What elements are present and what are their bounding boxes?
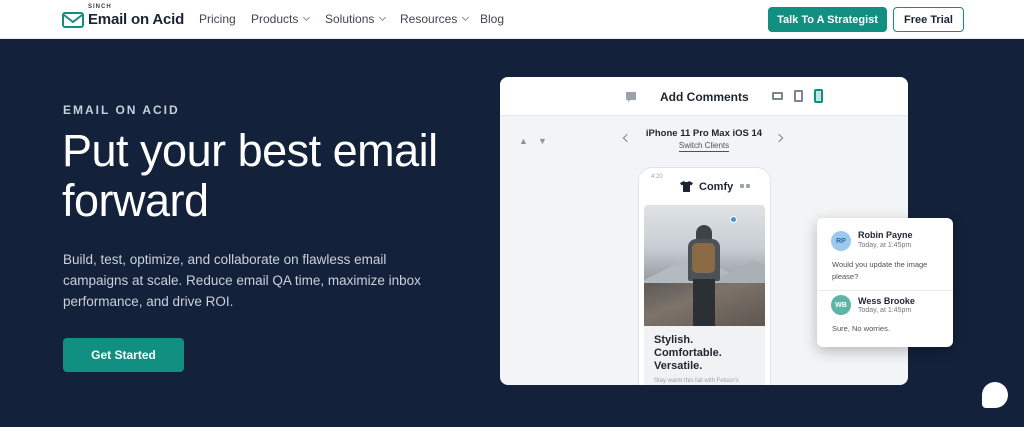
avatar: RP	[831, 231, 851, 251]
phone-time: 4:20	[651, 174, 663, 180]
comment-pin-icon[interactable]	[730, 216, 737, 223]
nav-blog[interactable]: Blog	[480, 12, 504, 26]
device-name: iPhone 11 Pro Max iOS 14	[645, 128, 763, 139]
email-card-subtitle: Stay warm this fall with Felson's	[654, 378, 739, 384]
nav-solutions[interactable]: Solutions	[325, 12, 387, 26]
chevron-down-icon	[462, 13, 470, 22]
tshirt-icon	[680, 181, 693, 192]
chevron-down-icon	[379, 13, 387, 22]
status-icons	[738, 175, 758, 188]
phone-icon[interactable]	[814, 89, 823, 103]
tablet-icon[interactable]	[794, 90, 803, 102]
chevron-left-icon[interactable]	[622, 133, 632, 143]
talk-to-strategist-button[interactable]: Talk To A Strategist	[768, 7, 887, 32]
chevron-down-icon	[303, 13, 311, 22]
nav-pricing[interactable]: Pricing	[199, 12, 236, 26]
phone-mockup: 4:20 Comfy Stylish. Comfortable. Versati…	[638, 167, 771, 385]
email-card: Stylish. Comfortable. Versatile. Stay wa…	[644, 326, 765, 385]
laptop-icon[interactable]	[772, 92, 783, 100]
avatar: WB	[831, 295, 851, 315]
comments-panel: RP Robin Payne Today, at 1:45pm Would yo…	[817, 218, 953, 347]
logo[interactable]: SINCH Email on Acid	[62, 4, 185, 32]
logo-text: SINCH Email on Acid	[88, 4, 185, 29]
get-started-button[interactable]: Get Started	[63, 338, 184, 372]
chevron-right-icon[interactable]	[774, 133, 784, 143]
logo-name: Email on Acid	[88, 11, 185, 28]
logo-sinch: SINCH	[88, 4, 112, 10]
thumbs-down-icon[interactable]: ▼	[538, 136, 547, 146]
email-brand: Comfy	[699, 181, 734, 193]
preview-title: Add Comments	[660, 90, 749, 104]
free-trial-button[interactable]: Free Trial	[893, 7, 964, 32]
nav-resources[interactable]: Resources	[400, 12, 470, 26]
envelope-icon	[62, 12, 84, 28]
email-card-title: Stylish. Comfortable. Versatile.	[654, 334, 722, 372]
preview-toolbar: Add Comments	[500, 77, 908, 116]
comment-author: Robin Payne	[858, 230, 913, 240]
chat-widget-icon[interactable]	[982, 382, 1008, 408]
nav-products[interactable]: Products	[251, 12, 311, 26]
comment-author: Wess Brooke	[858, 296, 915, 306]
comment-text: Would you update the image please?	[832, 260, 928, 281]
top-nav: SINCH Email on Acid Pricing Products Sol…	[0, 0, 1024, 39]
comment-icon[interactable]	[626, 92, 636, 102]
switch-clients-link[interactable]: Switch Clients	[640, 141, 768, 152]
divider	[817, 290, 953, 291]
email-hero-image	[644, 205, 765, 326]
hero-subtitle: Build, test, optimize, and collaborate o…	[63, 252, 421, 309]
comment-text: Sure, No worries.	[832, 324, 890, 333]
comment-time: Today, at 1:45pm	[858, 242, 912, 249]
hero-headline: Put your best email forward	[62, 125, 438, 226]
hero-eyebrow: EMAIL ON ACID	[63, 103, 180, 117]
thumbs-up-icon[interactable]: ▲	[519, 136, 528, 146]
comment-time: Today, at 1:45pm	[858, 307, 912, 314]
